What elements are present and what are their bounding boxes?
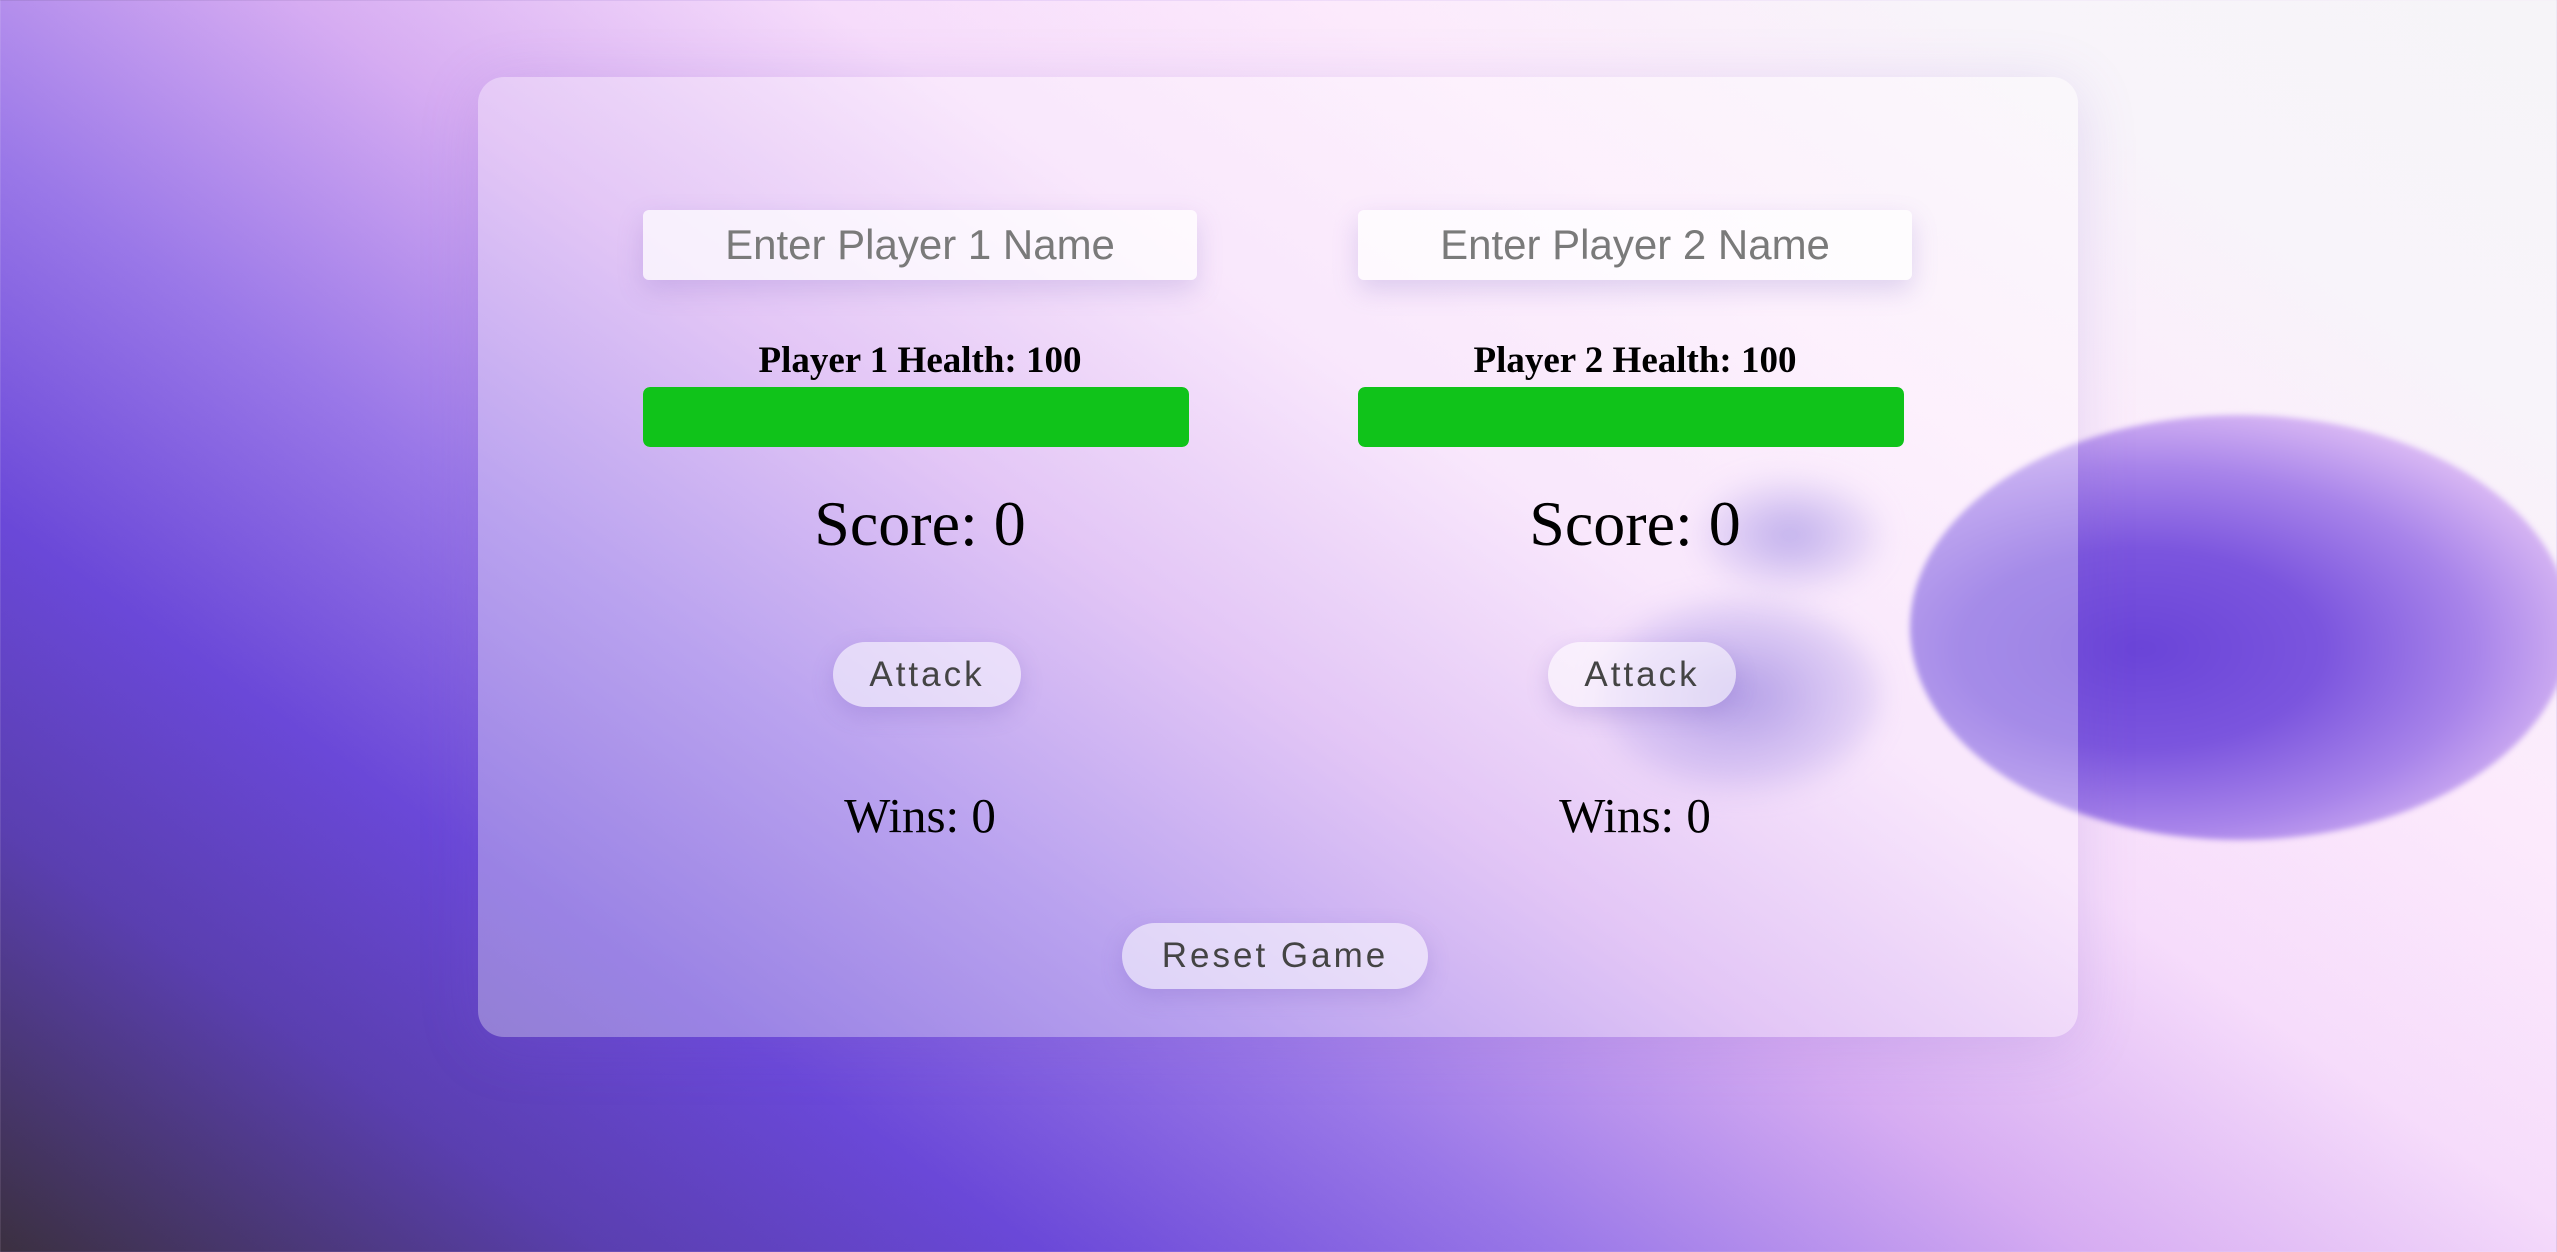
player-1-wins: Wins: 0	[844, 788, 996, 843]
player-2-health-fill	[1358, 387, 1904, 447]
player-1-score: Score: 0	[814, 488, 1026, 559]
player-2-wins: Wins: 0	[1559, 788, 1711, 843]
player-1-name-input[interactable]	[643, 210, 1197, 280]
player-2-health-bar	[1358, 387, 1904, 447]
player-1-health-label: Player 1 Health: 100	[758, 340, 1082, 381]
player-2-score: Score: 0	[1529, 488, 1741, 559]
player-2-column: Player 2 Health: 100 Score: 0 Attack Win…	[1358, 77, 1912, 1037]
game-panel: Player 1 Health: 100 Score: 0 Attack Win…	[478, 77, 2078, 1037]
player-2-name-input[interactable]	[1358, 210, 1912, 280]
player-1-health-fill	[643, 387, 1189, 447]
player-1-health-bar	[643, 387, 1189, 447]
player-1-column: Player 1 Health: 100 Score: 0 Attack Win…	[643, 77, 1197, 1037]
player-2-health-label: Player 2 Health: 100	[1473, 340, 1797, 381]
player-1-attack-button[interactable]: Attack	[833, 642, 1021, 707]
reset-game-button[interactable]: Reset Game	[1122, 923, 1428, 989]
player-2-attack-button[interactable]: Attack	[1548, 642, 1736, 707]
